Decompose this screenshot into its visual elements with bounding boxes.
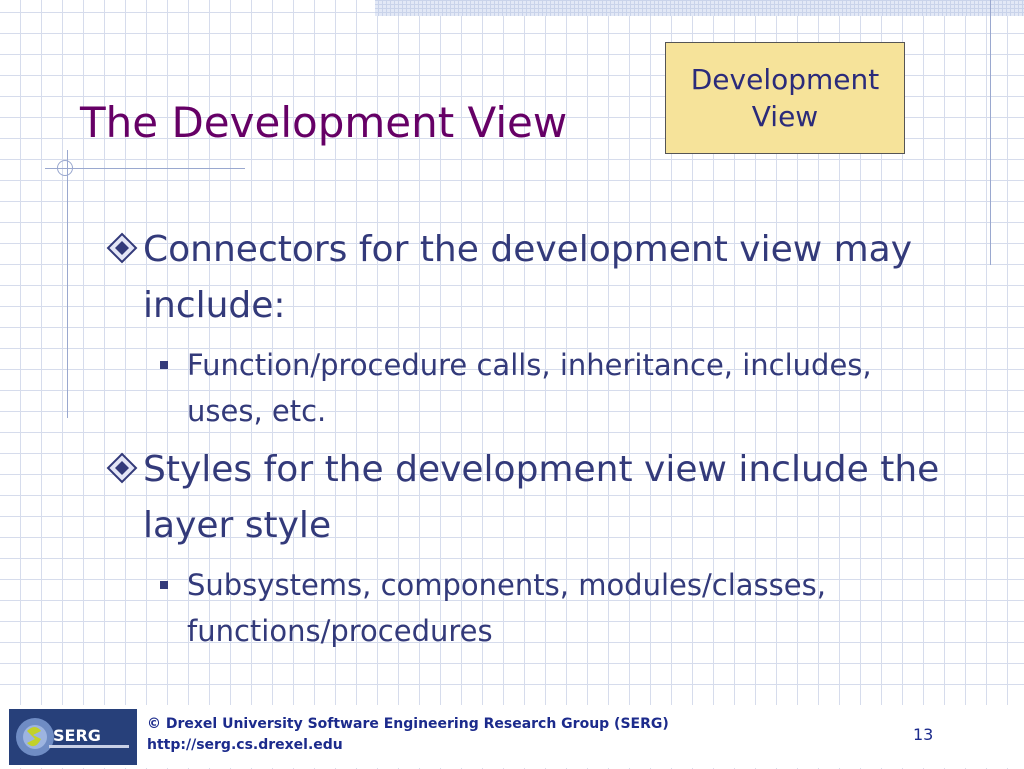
left-guide-line	[67, 150, 68, 418]
right-guide-line	[990, 0, 991, 265]
square-bullet-icon	[160, 581, 168, 589]
diamond-bullet-icon	[106, 232, 138, 264]
bullet-item: Connectors for the development view may …	[105, 222, 985, 334]
sub-bullet-text: Subsystems, components, modules/classes,…	[187, 568, 826, 648]
bullet-text: Styles for the development view include …	[143, 449, 940, 546]
svg-text:SERG: SERG	[53, 726, 101, 745]
title-underline	[45, 168, 245, 169]
slide-title: The Development View	[80, 98, 568, 147]
sub-bullet-item: Subsystems, components, modules/classes,…	[157, 562, 985, 654]
copyright-text: © Drexel University Software Engineering…	[147, 716, 669, 732]
serg-logo-icon: SERG	[9, 709, 137, 765]
development-view-badge: Development View	[665, 42, 905, 154]
sub-bullet-text: Function/procedure calls, inheritance, i…	[187, 348, 872, 428]
bullet-text: Connectors for the development view may …	[143, 229, 913, 326]
guide-circle	[57, 160, 73, 176]
top-pattern-band	[375, 0, 1024, 16]
footer-url-link[interactable]: http://serg.cs.drexel.edu	[147, 735, 669, 756]
bullet-item: Styles for the development view include …	[105, 442, 985, 554]
square-bullet-icon	[160, 361, 168, 369]
sub-bullet-item: Function/procedure calls, inheritance, i…	[157, 342, 985, 434]
footer-credits: © Drexel University Software Engineering…	[147, 714, 669, 756]
diamond-bullet-icon	[106, 452, 138, 484]
slide-footer: SERG © Drexel University Software Engine…	[0, 705, 1024, 768]
slide-content: Connectors for the development view may …	[105, 222, 985, 662]
serg-logo: SERG	[9, 709, 137, 765]
badge-label: Development View	[690, 63, 880, 133]
page-number: 13	[913, 725, 934, 744]
